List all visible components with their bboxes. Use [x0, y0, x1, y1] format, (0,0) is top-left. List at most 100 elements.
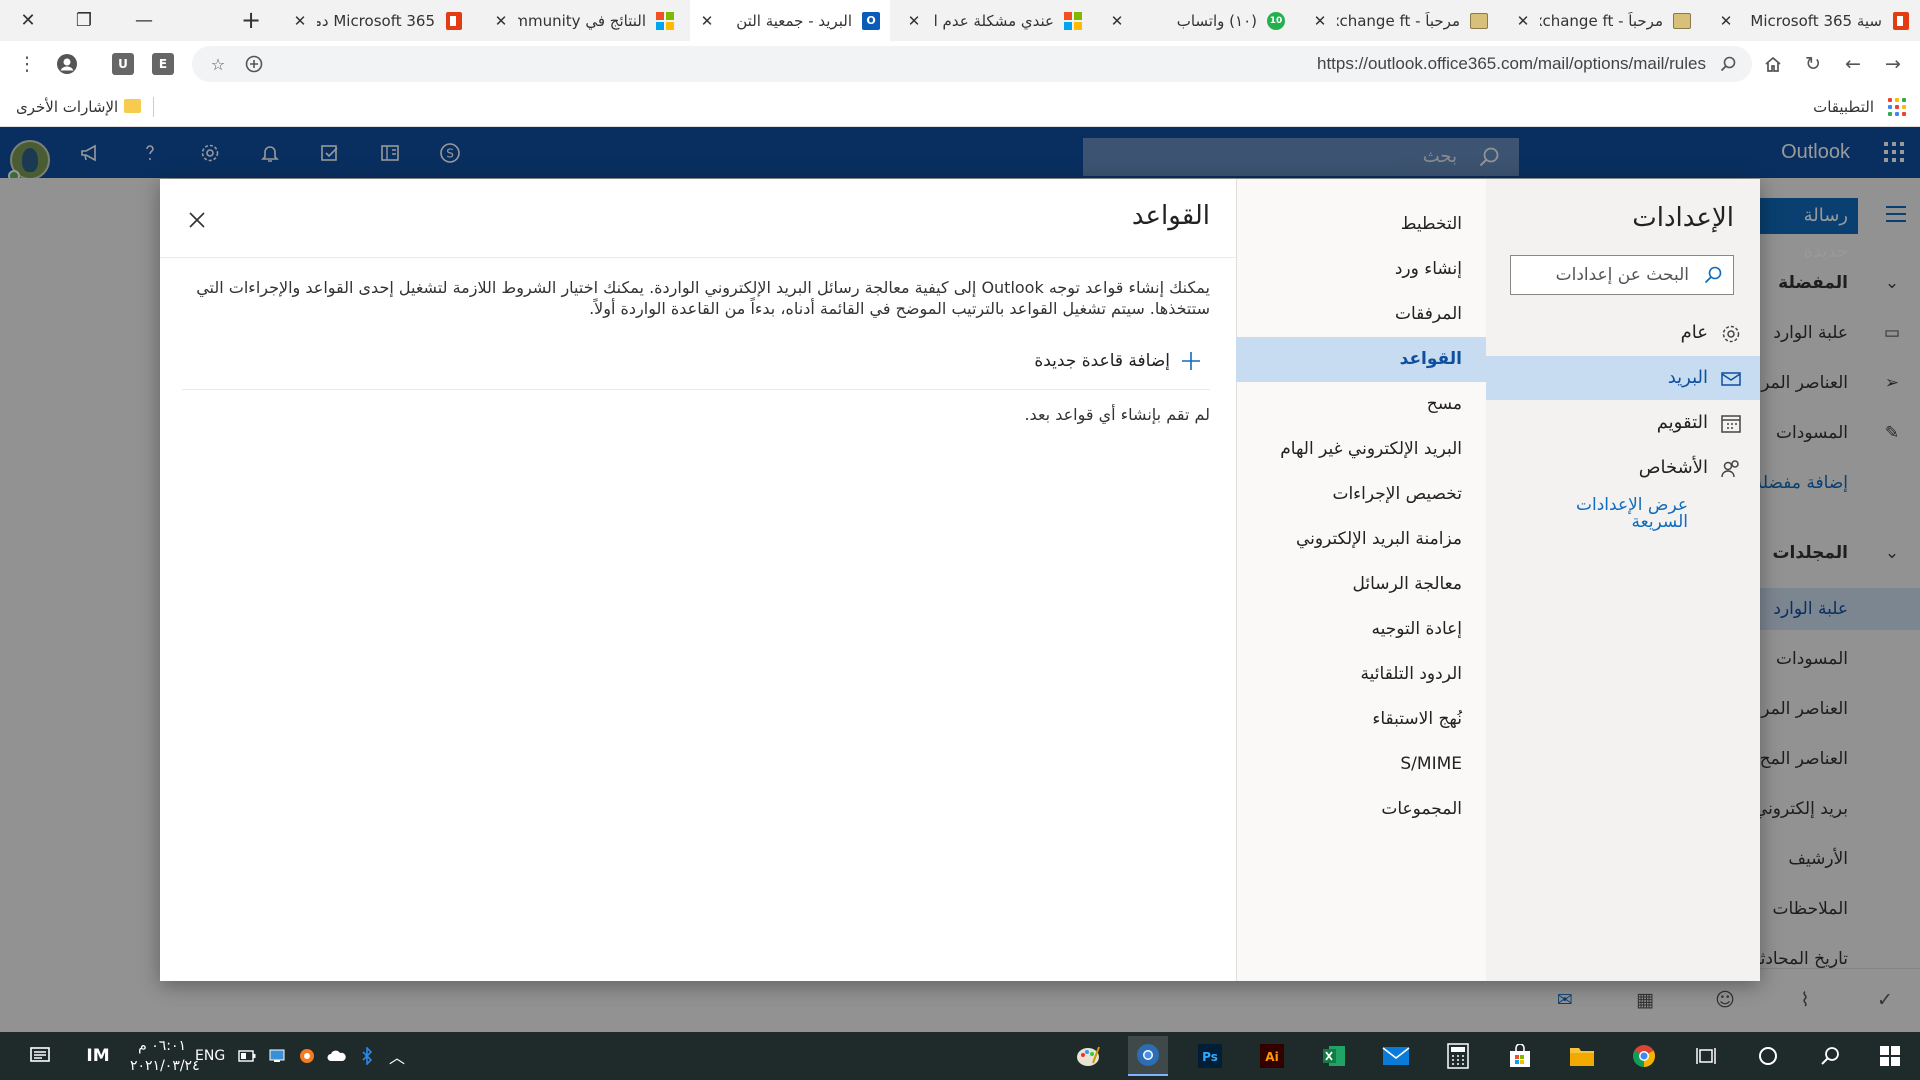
close-icon[interactable]: [186, 209, 208, 231]
apps-bookmark[interactable]: التطبيقات: [1813, 87, 1874, 127]
reload-icon[interactable]: ↻: [1798, 49, 1828, 79]
add-icon[interactable]: [242, 46, 266, 82]
photoshop-icon[interactable]: Ps: [1190, 1036, 1230, 1076]
address-bar-row: ⋮ U E ☆ https://outlook.office365.com/ma…: [0, 41, 1920, 87]
subcategory-retention-policies[interactable]: نُهج الاستبقاء: [1236, 697, 1486, 742]
calculator-icon[interactable]: [1438, 1036, 1478, 1076]
cortana-icon[interactable]: [1748, 1036, 1788, 1076]
keyboard-layout-icon[interactable]: IM: [80, 1036, 116, 1076]
microsoft-icon: [656, 11, 674, 30]
tab-close-icon[interactable]: ✕: [1719, 12, 1733, 30]
browser-tab[interactable]: ✕ سية Microsoft 365: [1709, 0, 1920, 41]
subcategory-sweep[interactable]: مسح: [1236, 382, 1486, 427]
chrome-icon[interactable]: [1624, 1036, 1664, 1076]
profile-icon[interactable]: [52, 49, 82, 79]
apps-grid-icon[interactable]: [1888, 98, 1906, 116]
tab-close-icon[interactable]: ✕: [1516, 12, 1530, 30]
store-icon[interactable]: [1500, 1036, 1540, 1076]
clock-date: ٢٠٢١/٠٣/٢٤: [130, 1058, 200, 1074]
tab-close-icon[interactable]: ✕: [1313, 12, 1327, 30]
tab-close-icon[interactable]: ✕: [293, 12, 307, 30]
browser-tab-active[interactable]: ✕ البريد - جمعية التن O: [690, 0, 890, 41]
forward-icon[interactable]: →: [1878, 49, 1908, 79]
windows-start-icon[interactable]: [1870, 1036, 1910, 1076]
antivirus-icon[interactable]: [296, 1036, 318, 1076]
view-quick-settings-link[interactable]: عرض الإعدادات السريعة: [1548, 497, 1688, 531]
tab-close-icon[interactable]: ✕: [1110, 12, 1124, 30]
home-icon[interactable]: [1758, 49, 1788, 79]
rules-content-pane: القواعد يمكنك إنشاء قواعد توجه Outlook إ…: [160, 179, 1236, 981]
settings-category-people[interactable]: الأشخاص: [1486, 446, 1760, 490]
illustrator-icon[interactable]: Ai: [1252, 1036, 1292, 1076]
settings-category-calendar[interactable]: التقويم: [1486, 401, 1760, 445]
add-new-rule-button[interactable]: إضافة قاعدة جديدة: [1034, 345, 1202, 377]
subcategory-message-handling[interactable]: معالجة الرسائل: [1236, 562, 1486, 607]
subcategory-junk-email[interactable]: البريد الإلكتروني غير الهام: [1236, 427, 1486, 472]
notifications-icon[interactable]: [20, 1036, 60, 1076]
browser-tab[interactable]: ✕ النتائج في mmunity: [484, 0, 684, 41]
new-tab-button[interactable]: +: [237, 6, 265, 34]
bookmarks-bar: التطبيقات الإشارات الأخرى: [0, 87, 1920, 127]
chrome-active-icon[interactable]: [1128, 1036, 1168, 1076]
subcategory-compose[interactable]: إنشاء ورد: [1236, 247, 1486, 292]
url-text[interactable]: https://outlook.office365.com/mail/optio…: [1317, 46, 1706, 82]
mail-app-icon[interactable]: [1376, 1036, 1416, 1076]
system-clock[interactable]: ٠٦:٠١ م ٢٠٢١/٠٣/٢٤: [130, 1036, 200, 1076]
tab-close-icon[interactable]: ✕: [700, 12, 714, 30]
tab-close-icon[interactable]: ✕: [907, 12, 921, 30]
gear-icon: [1722, 325, 1740, 343]
bluetooth-icon[interactable]: [356, 1036, 378, 1076]
search-icon[interactable]: [1810, 1036, 1850, 1076]
browser-tab[interactable]: ✕ Microsoft 365 دمة: [283, 0, 473, 41]
onedrive-icon[interactable]: [326, 1036, 348, 1076]
subcategory-layout[interactable]: التخطيط: [1236, 202, 1486, 247]
empty-rules-message: لم تقم بإنشاء أي قواعد بعد.: [1024, 405, 1210, 424]
file-explorer-icon[interactable]: [1562, 1036, 1602, 1076]
network-icon[interactable]: [266, 1036, 288, 1076]
search-icon[interactable]: [1703, 265, 1723, 285]
other-bookmarks[interactable]: الإشارات الأخرى: [16, 87, 118, 127]
folder-icon[interactable]: [124, 99, 141, 113]
browser-tab[interactable]: ✕ (١٠) واتساب 10: [1100, 0, 1295, 41]
tab-close-icon[interactable]: ✕: [494, 12, 508, 30]
settings-category-mail[interactable]: البريد: [1486, 356, 1760, 400]
outlook-icon: O: [862, 11, 880, 30]
subcategory-attachments[interactable]: المرفقات: [1236, 292, 1486, 337]
excel-icon[interactable]: [1314, 1036, 1354, 1076]
add-new-rule-label: إضافة قاعدة جديدة: [1034, 351, 1170, 371]
browser-menu-icon[interactable]: ⋮: [12, 49, 42, 79]
browser-tab-strip: ✕ ❐ — + ✕ Microsoft 365 دمة ✕ النتائج في…: [0, 0, 1920, 41]
subcategory-smime[interactable]: S/MIME: [1236, 742, 1486, 787]
browser-tab[interactable]: ✕ عندي مشكلة عدم ا: [897, 0, 1092, 41]
browser-tab[interactable]: ✕ مرحباً - Exchange ft: [1303, 0, 1498, 41]
windows-taskbar: ٠٦:٠١ م ٢٠٢١/٠٣/٢٤ IM ENG ︿ Ps Ai: [0, 1032, 1920, 1080]
address-bar[interactable]: ☆ https://outlook.office365.com/mail/opt…: [192, 46, 1752, 82]
settings-dialog: الإعدادات البحث عن إعدادات عام البريد ال…: [160, 179, 1760, 981]
subcategory-forwarding[interactable]: إعادة التوجيه: [1236, 607, 1486, 652]
task-view-icon[interactable]: [1686, 1036, 1726, 1076]
subcategory-sync-email[interactable]: مزامنة البريد الإلكتروني: [1236, 517, 1486, 562]
window-close-icon[interactable]: ✕: [14, 6, 42, 34]
subcategory-rules[interactable]: القواعد: [1236, 337, 1486, 382]
extension-u-button[interactable]: U: [112, 53, 134, 75]
subcategory-automatic-replies[interactable]: الردود التلقائية: [1236, 652, 1486, 697]
back-icon[interactable]: ←: [1838, 49, 1868, 79]
input-language[interactable]: ENG: [195, 1032, 225, 1080]
settings-search-input[interactable]: البحث عن إعدادات: [1510, 255, 1734, 295]
star-icon[interactable]: ☆: [206, 46, 230, 82]
calendar-icon: [1721, 415, 1741, 433]
chevron-up-icon[interactable]: ︿: [386, 1036, 408, 1076]
paint-icon[interactable]: [1068, 1036, 1108, 1076]
plus-icon: [1182, 352, 1200, 370]
subcategory-customize-actions[interactable]: تخصيص الإجراءات: [1236, 472, 1486, 517]
browser-tab[interactable]: ✕ مرحباً - Exchange ft: [1506, 0, 1701, 41]
window-restore-icon[interactable]: ❐: [70, 6, 98, 34]
settings-category-label: عام: [1680, 322, 1708, 343]
window-minimize-icon[interactable]: —: [130, 6, 158, 34]
microsoft-icon: [1064, 11, 1082, 30]
battery-icon[interactable]: [236, 1036, 258, 1076]
extension-e-button[interactable]: E: [152, 53, 174, 75]
subcategory-groups[interactable]: المجموعات: [1236, 787, 1486, 832]
bookmark-separator: [153, 97, 154, 117]
settings-category-general[interactable]: عام: [1486, 311, 1760, 355]
